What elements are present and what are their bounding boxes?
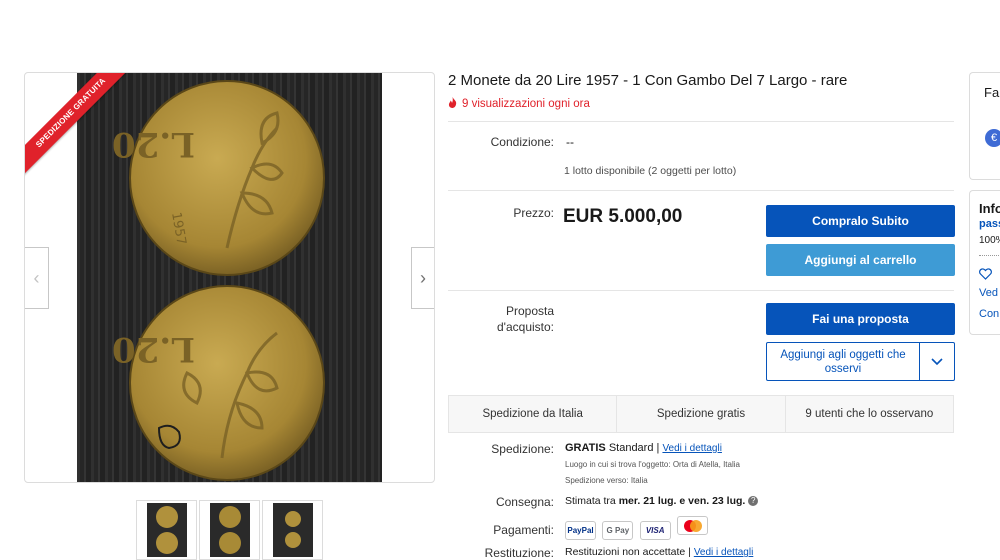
thumbnail-2[interactable] <box>199 500 260 560</box>
price-label: Prezzo: <box>513 206 554 220</box>
price-value: EUR 5.000,00 <box>563 206 683 227</box>
gpay-icon: G Pay <box>602 520 634 540</box>
chevron-left-icon: ‹ <box>33 267 40 288</box>
delivery-dates: mer. 21 lug. e ven. 23 lug. <box>618 495 746 507</box>
views-text: 9 visualizzazioni ogni ora <box>462 98 590 110</box>
heart-icon[interactable] <box>979 267 992 285</box>
seller-info-box: Info pass 100% Ved Con <box>969 190 1000 335</box>
divider <box>448 190 954 191</box>
mastercard-icon <box>677 516 709 535</box>
feedback-pct: 100% <box>979 235 1000 246</box>
condition-value: -- <box>566 135 574 149</box>
box2-title: Info <box>979 201 1000 216</box>
free-shipping-cell: Spedizione gratis <box>617 396 786 432</box>
buy-now-button[interactable]: Compralo Subito <box>766 205 955 237</box>
thumbnail-1[interactable] <box>136 500 197 560</box>
watch-button[interactable]: Aggiungi agli oggetti che osservi <box>766 342 920 381</box>
returns-details-link[interactable]: Vedi i dettagli <box>694 547 754 558</box>
image-gallery: L.20 1957 L.20 SPEDIZIONE GRATUITA ‹ › <box>24 72 435 483</box>
watch-dropdown-button[interactable] <box>920 342 955 381</box>
add-to-cart-button[interactable]: Aggiungi al carrello <box>766 244 955 276</box>
shipping-free: GRATIS <box>565 442 606 454</box>
box1-title: Fai <box>984 85 1000 100</box>
thumbnail-strip <box>136 500 323 560</box>
returns-label: Restituzione: <box>484 546 554 560</box>
coin-bottom <box>129 285 325 481</box>
svg-text:L.20: L.20 <box>112 329 195 369</box>
divider <box>448 121 954 122</box>
watchers-cell: 9 utenti che lo osservano <box>805 408 934 420</box>
flame-icon <box>448 97 457 111</box>
returns-text: Restituzioni non accettate | <box>565 546 691 558</box>
item-location: Luogo in cui si trova l'oggetto: Orta di… <box>565 460 740 469</box>
euro-shield-icon: € <box>985 129 1000 147</box>
seller-box-1: Fai € <box>969 72 1000 180</box>
payment-methods: PayPal G Pay VISA <box>565 516 711 540</box>
chevron-down-icon <box>931 353 943 371</box>
delivery-text: Stimata tra <box>565 495 616 507</box>
thumbnail-3[interactable] <box>262 500 323 560</box>
visa-icon: VISA <box>639 520 671 540</box>
chevron-right-icon: › <box>420 267 426 288</box>
ships-to: Spedizione verso: Italia <box>565 476 648 485</box>
shipping-details-link[interactable]: Vedi i dettagli <box>662 443 722 454</box>
delivery-value: Stimata tra mer. 21 lug. e ven. 23 lug. … <box>565 495 759 507</box>
lot-info: 1 lotto disponibile (2 oggetti per lotto… <box>564 165 737 177</box>
offer-label: Proposta d'acquisto: <box>497 304 554 334</box>
info-icon[interactable]: ? <box>748 496 759 507</box>
seller-name-link[interactable]: pass <box>979 218 1000 230</box>
seller-items-link[interactable]: Ved <box>979 287 998 299</box>
shipping-summary-strip: Spedizione da Italia Spedizione gratis 9… <box>448 395 954 433</box>
gallery-prev-button[interactable]: ‹ <box>25 247 49 309</box>
gallery-next-button[interactable]: › <box>411 247 434 309</box>
shipping-standard: Standard | <box>608 442 660 454</box>
shipping-label: Spedizione: <box>491 442 554 456</box>
contact-seller-link[interactable]: Con <box>979 308 999 320</box>
payments-label: Pagamenti: <box>493 523 554 537</box>
shipping-value: GRATIS Standard | Vedi i dettagli <box>565 442 722 454</box>
returns-value: Restituzioni non accettate | Vedi i dett… <box>565 546 753 558</box>
divider <box>448 290 954 291</box>
ribbon-wrapper: SPEDIZIONE GRATUITA <box>25 73 145 193</box>
dotted-divider <box>979 255 1000 256</box>
condition-label: Condizione: <box>490 135 554 149</box>
paypal-icon: PayPal <box>565 520 596 540</box>
views-indicator: 9 visualizzazioni ogni ora <box>448 97 590 111</box>
ship-from-cell: Spedizione da Italia <box>449 396 618 432</box>
listing-title: 2 Monete da 20 Lire 1957 - 1 Con Gambo D… <box>448 72 848 89</box>
free-shipping-ribbon: SPEDIZIONE GRATUITA <box>25 73 135 177</box>
delivery-label: Consegna: <box>495 495 554 509</box>
make-offer-button[interactable]: Fai una proposta <box>766 303 955 335</box>
